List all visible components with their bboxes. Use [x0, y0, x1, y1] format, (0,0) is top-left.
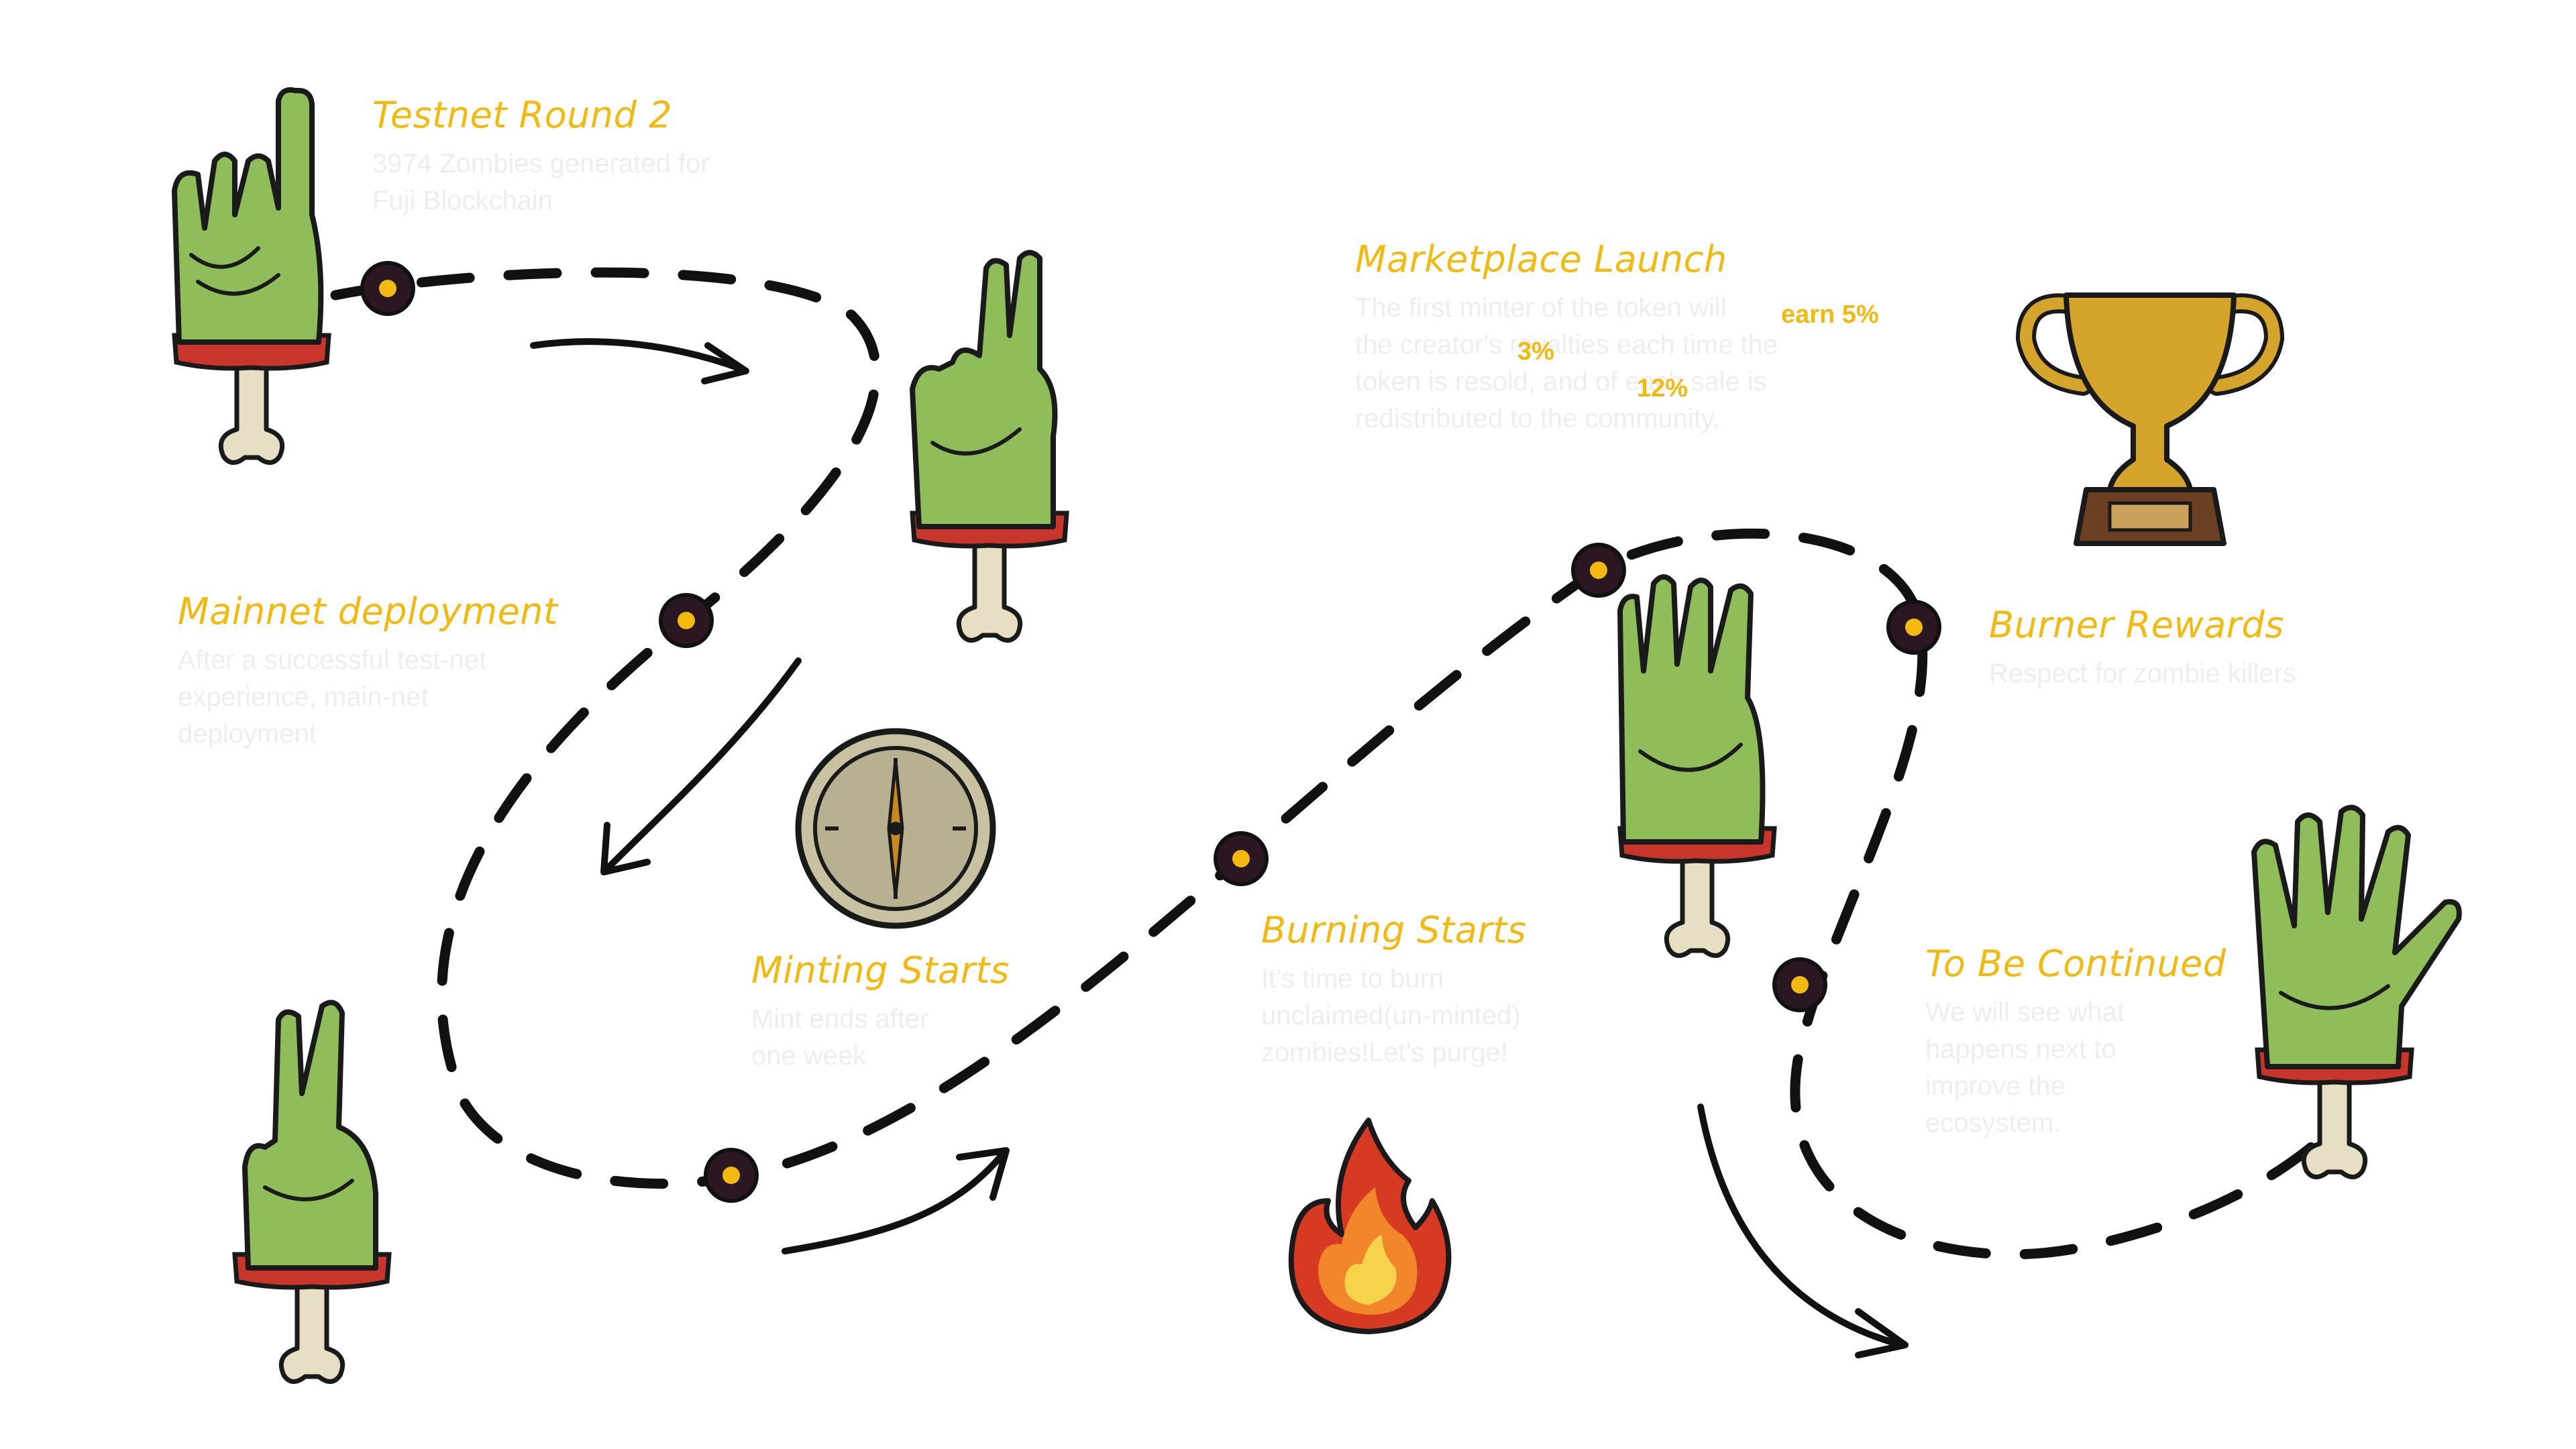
description-line: one week	[751, 1041, 867, 1071]
description-line: zombies!Let's purge!	[1261, 1038, 1508, 1067]
milestone-description: After a successful test-net experience, …	[178, 642, 558, 753]
milestone-testnet-round-2: Testnet Round 2 3974 Zombies generated f…	[372, 94, 710, 219]
description-line: Respect for zombie killers	[1989, 659, 2296, 688]
description-line: It's time to burn	[1261, 964, 1444, 994]
arrow-down-left	[600, 657, 802, 875]
milestone-title: Marketplace Launch	[1355, 238, 1727, 280]
milestone-mainnet-deployment: Mainnet deployment After a successful te…	[178, 590, 558, 753]
milestone-title: Testnet Round 2	[372, 94, 672, 136]
highlight-creator-royalty: 3%	[1517, 337, 1554, 366]
milestone-title: Burning Starts	[1261, 909, 1527, 951]
highlight-community-share: 12%	[1637, 374, 1688, 402]
zombie-hand-two-fingers-icon	[910, 250, 1067, 641]
description-line: 3974 Zombies generated for	[372, 149, 710, 178]
description-line: ecosystem.	[1925, 1108, 2061, 1138]
description-line: redistributed to the community.	[1355, 404, 1720, 433]
description-line: improve the	[1925, 1071, 2065, 1101]
zombie-hand-two-fingers-icon	[235, 1000, 389, 1381]
highlight-earn-percentage: earn 5%	[1781, 301, 1879, 329]
milestone-burner-rewards: Burner Rewards Respect for zombie killer…	[1989, 604, 2296, 692]
description-line: token is resold, and of each sale is	[1355, 367, 1767, 396]
description-line: the creator's royalties each time the	[1355, 330, 1778, 360]
zombie-hand-three-fingers-icon	[1617, 574, 1774, 956]
roadmap-node	[1571, 543, 1626, 598]
description-line: After a successful test-net	[178, 645, 487, 675]
milestone-description: We will see what happens next to improve…	[1925, 994, 2226, 1142]
milestone-description: Mint ends after one week	[751, 1001, 1010, 1075]
description-line: The first minter of the token will	[1355, 293, 1727, 323]
description-line: happens next to	[1925, 1034, 2116, 1064]
description-line: Mint ends after	[751, 1004, 929, 1034]
milestone-title: To Be Continued	[1925, 943, 2226, 985]
milestone-to-be-continued: To Be Continued We will see what happens…	[1925, 943, 2226, 1142]
description-line: experience, main-net	[178, 682, 429, 712]
milestone-title: Burner Rewards	[1989, 604, 2284, 646]
milestone-minting-starts: Minting Starts Mint ends after one week	[751, 949, 1010, 1075]
description-line: Fuji Blockchain	[372, 186, 553, 215]
description-line: unclaimed(un-minted)	[1261, 1001, 1521, 1030]
milestone-title: Mainnet deployment	[178, 590, 558, 633]
arrow-up-right	[782, 1147, 1010, 1254]
milestone-description: Respect for zombie killers	[1989, 655, 2296, 692]
milestone-description: 3974 Zombies generated for Fuji Blockcha…	[372, 146, 710, 219]
milestone-marketplace-launch: Marketplace Launch The first minter of t…	[1355, 238, 1778, 437]
description-line: We will see what	[1925, 998, 2125, 1027]
roadmap-node	[704, 1148, 759, 1203]
trophy-icon	[2015, 292, 2285, 546]
fire-icon	[1288, 1118, 1452, 1334]
clock-icon	[795, 728, 996, 929]
arrow-right-top	[530, 338, 749, 384]
zombie-hand-one-finger-icon	[172, 87, 329, 463]
milestone-burning-starts: Burning Starts It's time to burn unclaim…	[1261, 909, 1526, 1071]
milestone-description: It's time to burn unclaimed(un-minted) z…	[1261, 961, 1526, 1071]
roadmap-node	[1772, 957, 1827, 1012]
roadmap-node	[360, 261, 415, 316]
milestone-title: Minting Starts	[751, 949, 1010, 991]
roadmap-node	[1214, 831, 1269, 886]
zombie-hand-open-icon	[2251, 804, 2462, 1177]
roadmap-node	[1886, 600, 1941, 655]
roadmap-node	[659, 593, 714, 648]
milestone-description: The first minter of the token will the c…	[1355, 290, 1778, 437]
description-line: deployment	[178, 719, 317, 749]
